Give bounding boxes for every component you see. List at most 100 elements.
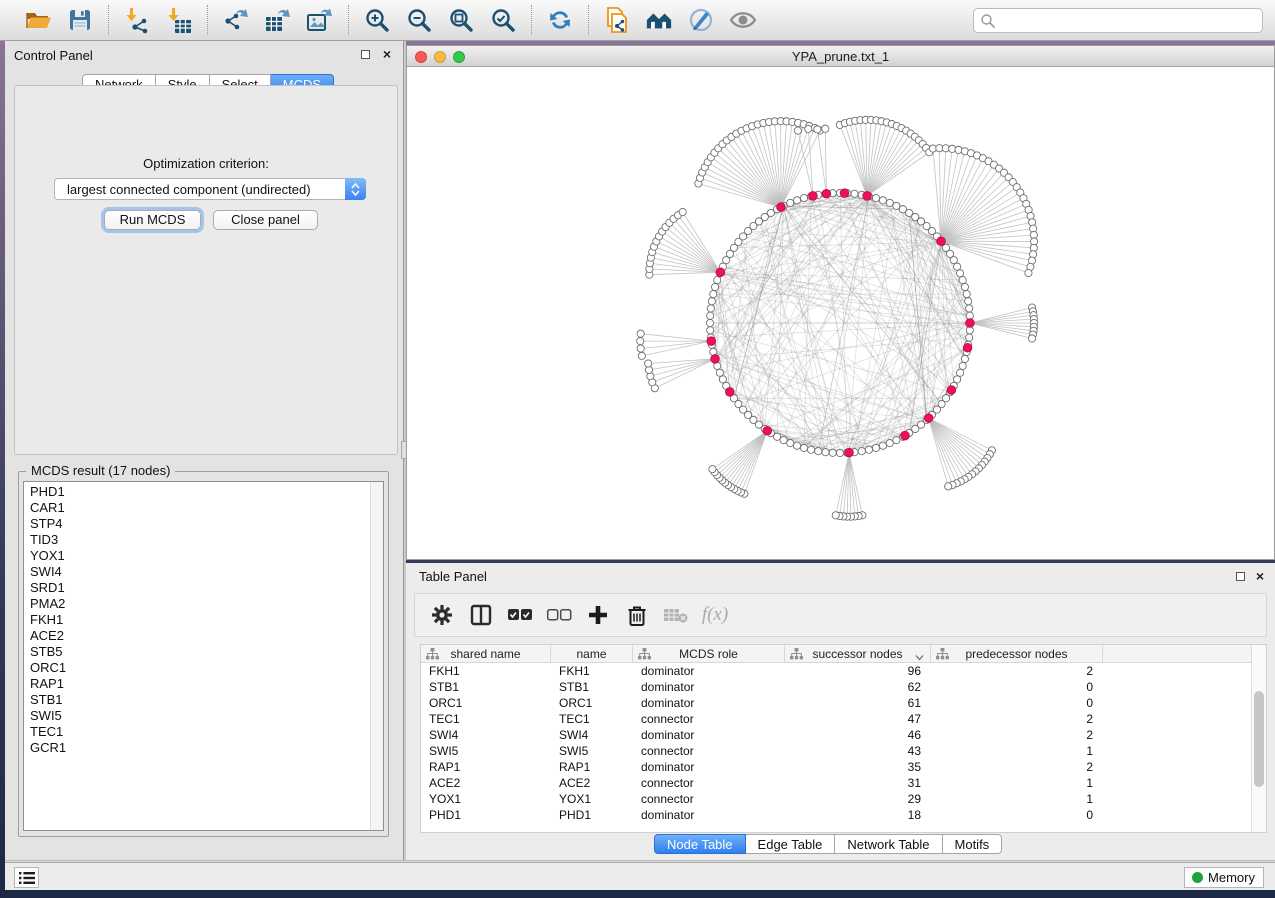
graph-node[interactable]: [851, 190, 858, 197]
table-cell[interactable]: 2: [931, 663, 1103, 679]
mcds-result-list[interactable]: PHD1CAR1STP4TID3YOX1SWI4SRD1PMA2FKH1ACE2…: [23, 481, 384, 831]
graph-node[interactable]: [966, 334, 973, 341]
graph-hub-node[interactable]: [763, 426, 772, 435]
graph-satellite-node[interactable]: [1028, 335, 1035, 342]
table-cell[interactable]: 35: [785, 759, 931, 775]
graph-node[interactable]: [961, 283, 968, 290]
graph-node[interactable]: [965, 298, 972, 305]
graph-node[interactable]: [719, 376, 726, 383]
table-cell[interactable]: PHD1: [551, 807, 633, 823]
table-cell[interactable]: SWI5: [421, 743, 551, 759]
network-home-icon[interactable]: [645, 6, 673, 34]
zoom-selected-icon[interactable]: [489, 6, 517, 34]
column-header-successor-nodes[interactable]: successor nodes: [785, 645, 931, 663]
mcds-result-item[interactable]: TID3: [24, 532, 383, 548]
graph-node[interactable]: [708, 298, 715, 305]
graph-hub-node[interactable]: [863, 192, 872, 201]
table-cell[interactable]: PHD1: [421, 807, 551, 823]
table-cell[interactable]: FKH1: [551, 663, 633, 679]
table-row[interactable]: TEC1TEC1connector472: [421, 711, 1253, 727]
memory-button[interactable]: Memory: [1184, 867, 1264, 888]
table-cell[interactable]: 1: [931, 743, 1103, 759]
refresh-icon[interactable]: [546, 6, 574, 34]
table-cell[interactable]: ACE2: [551, 775, 633, 791]
float-window-icon[interactable]: [361, 50, 370, 59]
column-header-MCDS-role[interactable]: MCDS role: [633, 645, 785, 663]
table-cell[interactable]: TEC1: [551, 711, 633, 727]
select-all-icon[interactable]: [507, 602, 533, 628]
graph-hub-node[interactable]: [840, 189, 849, 198]
table-cell[interactable]: ORC1: [421, 695, 551, 711]
graph-satellite-node[interactable]: [805, 125, 812, 132]
graph-node[interactable]: [707, 327, 714, 334]
graph-hub-node[interactable]: [901, 431, 910, 440]
graph-satellite-node[interactable]: [832, 512, 839, 519]
table-cell[interactable]: dominator: [633, 727, 785, 743]
table-cell[interactable]: 43: [785, 743, 931, 759]
graph-node[interactable]: [793, 197, 800, 204]
table-row[interactable]: ORC1ORC1dominator610: [421, 695, 1253, 711]
table-cell[interactable]: 96: [785, 663, 931, 679]
table-cell[interactable]: 0: [931, 695, 1103, 711]
table-scrollbar[interactable]: [1251, 645, 1266, 832]
eye-icon[interactable]: [729, 6, 757, 34]
graph-node[interactable]: [793, 442, 800, 449]
table-cell[interactable]: connector: [633, 743, 785, 759]
graph-node[interactable]: [706, 319, 713, 326]
table-cell[interactable]: dominator: [633, 663, 785, 679]
graph-hub-node[interactable]: [716, 268, 725, 277]
table-row[interactable]: SWI4SWI4dominator462: [421, 727, 1253, 743]
graph-hub-node[interactable]: [707, 337, 716, 346]
graph-node[interactable]: [707, 305, 714, 312]
graph-hub-node[interactable]: [947, 386, 956, 395]
table-cell[interactable]: 2: [931, 711, 1103, 727]
table-cell[interactable]: 31: [785, 775, 931, 791]
graph-hub-node[interactable]: [777, 203, 786, 212]
close-icon[interactable]: ×: [1256, 568, 1264, 584]
table-row[interactable]: YOX1YOX1connector291: [421, 791, 1253, 807]
graph-node[interactable]: [822, 449, 829, 456]
table-cell[interactable]: 61: [785, 695, 931, 711]
graph-node[interactable]: [872, 194, 879, 201]
graph-node[interactable]: [800, 194, 807, 201]
graph-node[interactable]: [815, 448, 822, 455]
table-cell[interactable]: 0: [931, 679, 1103, 695]
column-header-predecessor-nodes[interactable]: predecessor nodes: [931, 645, 1103, 663]
table-scrollbar-thumb[interactable]: [1254, 691, 1264, 787]
import-table-icon[interactable]: [165, 6, 193, 34]
table-cell[interactable]: FKH1: [421, 663, 551, 679]
graph-node[interactable]: [886, 199, 893, 206]
graph-hub-node[interactable]: [725, 388, 734, 397]
table-cell[interactable]: SWI4: [551, 727, 633, 743]
graph-satellite-node[interactable]: [637, 330, 644, 337]
table-cell[interactable]: dominator: [633, 759, 785, 775]
graph-satellite-node[interactable]: [1025, 269, 1032, 276]
graph-node[interactable]: [954, 263, 961, 270]
table-row[interactable]: PHD1PHD1dominator180: [421, 807, 1253, 823]
graph-hub-node[interactable]: [937, 237, 946, 246]
graph-node[interactable]: [707, 312, 714, 319]
search-input[interactable]: [996, 13, 1256, 28]
graph-hub-node[interactable]: [966, 319, 975, 328]
zoom-fit-icon[interactable]: [447, 6, 475, 34]
table-cell[interactable]: RAP1: [421, 759, 551, 775]
graph-node[interactable]: [963, 290, 970, 297]
mcds-result-item[interactable]: CAR1: [24, 500, 383, 516]
graph-satellite-node[interactable]: [814, 126, 821, 133]
table-cell[interactable]: 47: [785, 711, 931, 727]
table-cell[interactable]: connector: [633, 711, 785, 727]
network-graph-canvas[interactable]: [407, 67, 1274, 559]
mcds-result-item[interactable]: TEC1: [24, 724, 383, 740]
table-cell[interactable]: STB1: [551, 679, 633, 695]
graph-hub-node[interactable]: [822, 189, 831, 198]
graph-satellite-node[interactable]: [794, 127, 801, 134]
task-history-button[interactable]: [14, 867, 39, 888]
duplicate-network-icon[interactable]: [603, 6, 631, 34]
export-network-icon[interactable]: [222, 6, 250, 34]
table-cell[interactable]: dominator: [633, 807, 785, 823]
table-cell[interactable]: ACE2: [421, 775, 551, 791]
graph-node[interactable]: [966, 305, 973, 312]
mcds-result-item[interactable]: STB5: [24, 644, 383, 660]
mcds-result-item[interactable]: SRD1: [24, 580, 383, 596]
delete-column-icon[interactable]: [624, 602, 650, 628]
